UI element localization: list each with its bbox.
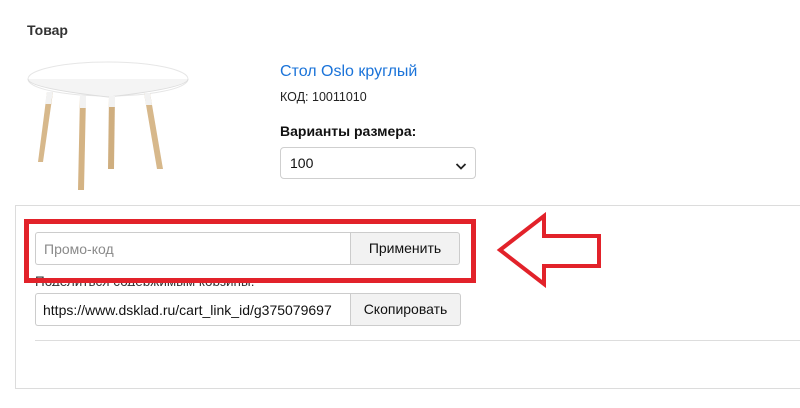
left-arrow-icon [496, 211, 606, 289]
divider [35, 340, 800, 341]
annotation-highlight-box [24, 219, 476, 283]
product-code: КОД: 10011010 [280, 90, 367, 104]
section-title: Товар [27, 22, 68, 38]
product-name-link[interactable]: Стол Oslo круглый [280, 63, 417, 81]
variants-label: Варианты размера: [280, 123, 417, 139]
share-link-input[interactable]: https://www.dsklad.ru/cart_link_id/g3750… [35, 293, 351, 326]
product-image[interactable] [22, 52, 194, 192]
size-variant-select[interactable]: 100 [280, 147, 476, 179]
chevron-down-icon [455, 158, 467, 170]
copy-link-button[interactable]: Скопировать [350, 293, 461, 326]
share-link-value: https://www.dsklad.ru/cart_link_id/g3750… [43, 302, 332, 318]
size-variant-value: 100 [290, 155, 314, 171]
